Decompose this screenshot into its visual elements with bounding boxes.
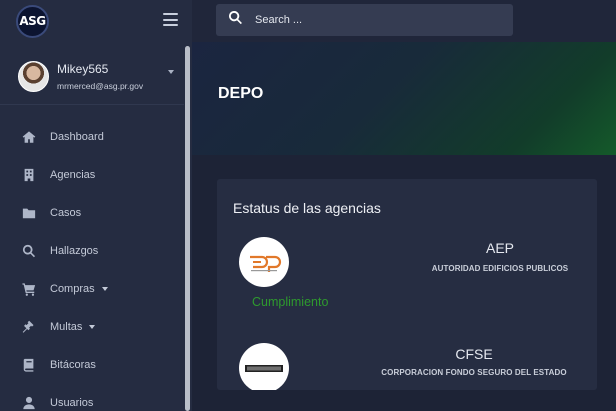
sidebar-item-label: Casos bbox=[50, 207, 82, 219]
sidebar-scrollbar[interactable] bbox=[185, 46, 190, 411]
chevron-down-icon[interactable] bbox=[168, 70, 174, 74]
sidebar-item-compras[interactable]: Compras bbox=[0, 270, 184, 308]
book-icon bbox=[21, 357, 37, 373]
sidebar-item-bitacoras[interactable]: Bitácoras bbox=[0, 346, 184, 384]
page-title: DEPO bbox=[218, 85, 264, 102]
search-icon bbox=[228, 10, 243, 30]
sidebar-item-label: Dashboard bbox=[50, 131, 104, 143]
building-icon bbox=[21, 167, 37, 183]
sidebar-item-dashboard[interactable]: Dashboard bbox=[0, 118, 184, 156]
agency-full-name: AUTORIDAD EDIFICIOS PUBLICOS bbox=[431, 264, 569, 273]
user-name: Mikey565 bbox=[57, 61, 109, 76]
asg-logo[interactable]: ASG bbox=[16, 4, 49, 38]
sidebar: ASG Mikey565 mrmerced@asg.pr.gov Dashboa… bbox=[0, 0, 192, 411]
brand: ASG bbox=[0, 0, 192, 42]
sidebar-item-casos[interactable]: Casos bbox=[0, 194, 184, 232]
sidebar-item-hallazgos[interactable]: Hallazgos bbox=[0, 232, 184, 270]
agency-code: AEP bbox=[485, 240, 514, 256]
sidebar-item-label: Usuarios bbox=[50, 397, 94, 409]
sidebar-item-usuarios[interactable]: Usuarios bbox=[0, 384, 184, 411]
agency-logo[interactable] bbox=[239, 343, 289, 390]
sidebar-item-label: Hallazgos bbox=[50, 245, 99, 257]
cart-icon bbox=[21, 281, 37, 297]
user-profile[interactable]: Mikey565 mrmerced@asg.pr.gov bbox=[0, 52, 184, 100]
sidebar-item-multas[interactable]: Multas bbox=[0, 308, 184, 346]
agency-code: CFSE bbox=[455, 346, 493, 362]
sidebar-menu: Dashboard Agencias Casos Hallazgos Compr… bbox=[0, 118, 184, 411]
chevron-down-icon bbox=[101, 287, 108, 291]
folder-icon bbox=[21, 205, 37, 221]
sidebar-item-label: Bitácoras bbox=[50, 359, 96, 371]
divider bbox=[0, 104, 184, 105]
sidebar-item-label: Multas bbox=[50, 321, 83, 333]
agency-full-name: CORPORACION FONDO SEGURO DEL ESTADO bbox=[381, 368, 567, 377]
avatar bbox=[18, 60, 49, 92]
page-header: DEPO bbox=[192, 42, 616, 155]
user-email: mrmerced@asg.pr.gov bbox=[57, 80, 144, 91]
hamburger-menu-icon[interactable] bbox=[163, 13, 178, 26]
sidebar-item-agencias[interactable]: Agencias bbox=[0, 156, 184, 194]
search-box[interactable] bbox=[216, 4, 513, 36]
topbar bbox=[192, 0, 616, 42]
sidebar-item-label: Compras bbox=[50, 283, 95, 295]
card-title: Estatus de las agencias bbox=[233, 200, 381, 216]
agency-logo[interactable] bbox=[239, 237, 289, 287]
chevron-down-icon bbox=[89, 325, 96, 329]
search-input[interactable] bbox=[255, 14, 495, 26]
agency-status-label: Cumplimiento bbox=[252, 295, 329, 309]
gavel-icon bbox=[21, 319, 37, 335]
home-icon bbox=[21, 129, 37, 145]
agency-status-card: Estatus de las agencias AEP AUTORIDAD ED… bbox=[217, 179, 597, 390]
user-icon bbox=[21, 395, 37, 411]
sidebar-item-label: Agencias bbox=[50, 169, 96, 181]
search-icon bbox=[21, 243, 37, 259]
